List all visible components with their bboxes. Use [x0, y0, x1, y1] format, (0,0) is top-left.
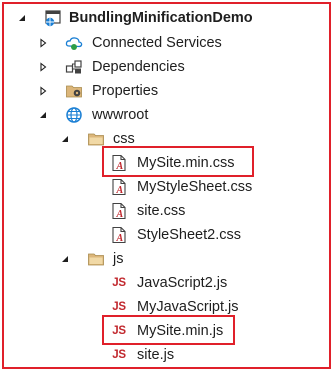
tree-item-label: js	[113, 251, 124, 267]
css-file-icon: A	[110, 202, 128, 220]
svg-text:A: A	[116, 209, 124, 220]
tree-item-label: MyStyleSheet.css	[137, 179, 253, 195]
svg-text:A: A	[116, 185, 124, 196]
properties-folder-icon	[65, 82, 83, 100]
tree-item-label: site.js	[137, 347, 175, 363]
expanded-arrow-icon[interactable]	[59, 253, 71, 265]
tree-file-css[interactable]: A site.css	[0, 199, 333, 223]
js-file-icon: JS	[112, 301, 126, 313]
tree-item-label: JavaScript2.js	[137, 275, 228, 291]
expanded-arrow-icon[interactable]	[37, 109, 49, 121]
tree-folder-js[interactable]: js	[0, 247, 333, 271]
dependencies-icon	[65, 58, 83, 76]
css-file-icon: A	[110, 226, 128, 244]
collapsed-arrow-icon[interactable]	[37, 37, 49, 49]
collapsed-arrow-icon[interactable]	[37, 85, 49, 97]
highlight-box-min-js	[102, 315, 235, 345]
tree-item-connected-services[interactable]: Connected Services	[0, 31, 333, 55]
tree-file-css[interactable]: A MyStyleSheet.css	[0, 175, 333, 199]
js-file-icon: JS	[112, 277, 126, 289]
tree-item-label: Properties	[92, 83, 159, 99]
expanded-arrow-icon[interactable]	[59, 133, 71, 145]
tree-item-label: site.css	[137, 203, 186, 219]
collapsed-arrow-icon[interactable]	[37, 61, 49, 73]
css-file-icon: A	[110, 178, 128, 196]
tree-item-dependencies[interactable]: Dependencies	[0, 55, 333, 79]
svg-text:A: A	[116, 233, 124, 244]
cloud-services-icon	[65, 34, 83, 52]
tree-file-css[interactable]: A StyleSheet2.css	[0, 223, 333, 247]
js-file-icon: JS	[112, 349, 126, 361]
tree-file-js[interactable]: JS site.js	[0, 343, 333, 367]
tree-item-label: Connected Services	[92, 35, 222, 51]
tree-file-js[interactable]: JS JavaScript2.js	[0, 271, 333, 295]
project-node[interactable]: BundlingMinificationDemo	[0, 6, 333, 30]
expanded-arrow-icon[interactable]	[16, 12, 28, 24]
highlight-box-min-css	[102, 146, 254, 177]
tree-item-label: Dependencies	[92, 59, 185, 75]
tree-item-label: StyleSheet2.css	[137, 227, 241, 243]
globe-icon	[65, 106, 83, 124]
project-name: BundlingMinificationDemo	[69, 10, 253, 26]
tree-item-properties[interactable]: Properties	[0, 79, 333, 103]
tree-item-label: wwwroot	[92, 107, 149, 123]
folder-open-icon	[87, 250, 105, 268]
web-project-icon	[44, 9, 62, 27]
tree-item-wwwroot[interactable]: wwwroot	[0, 103, 333, 127]
